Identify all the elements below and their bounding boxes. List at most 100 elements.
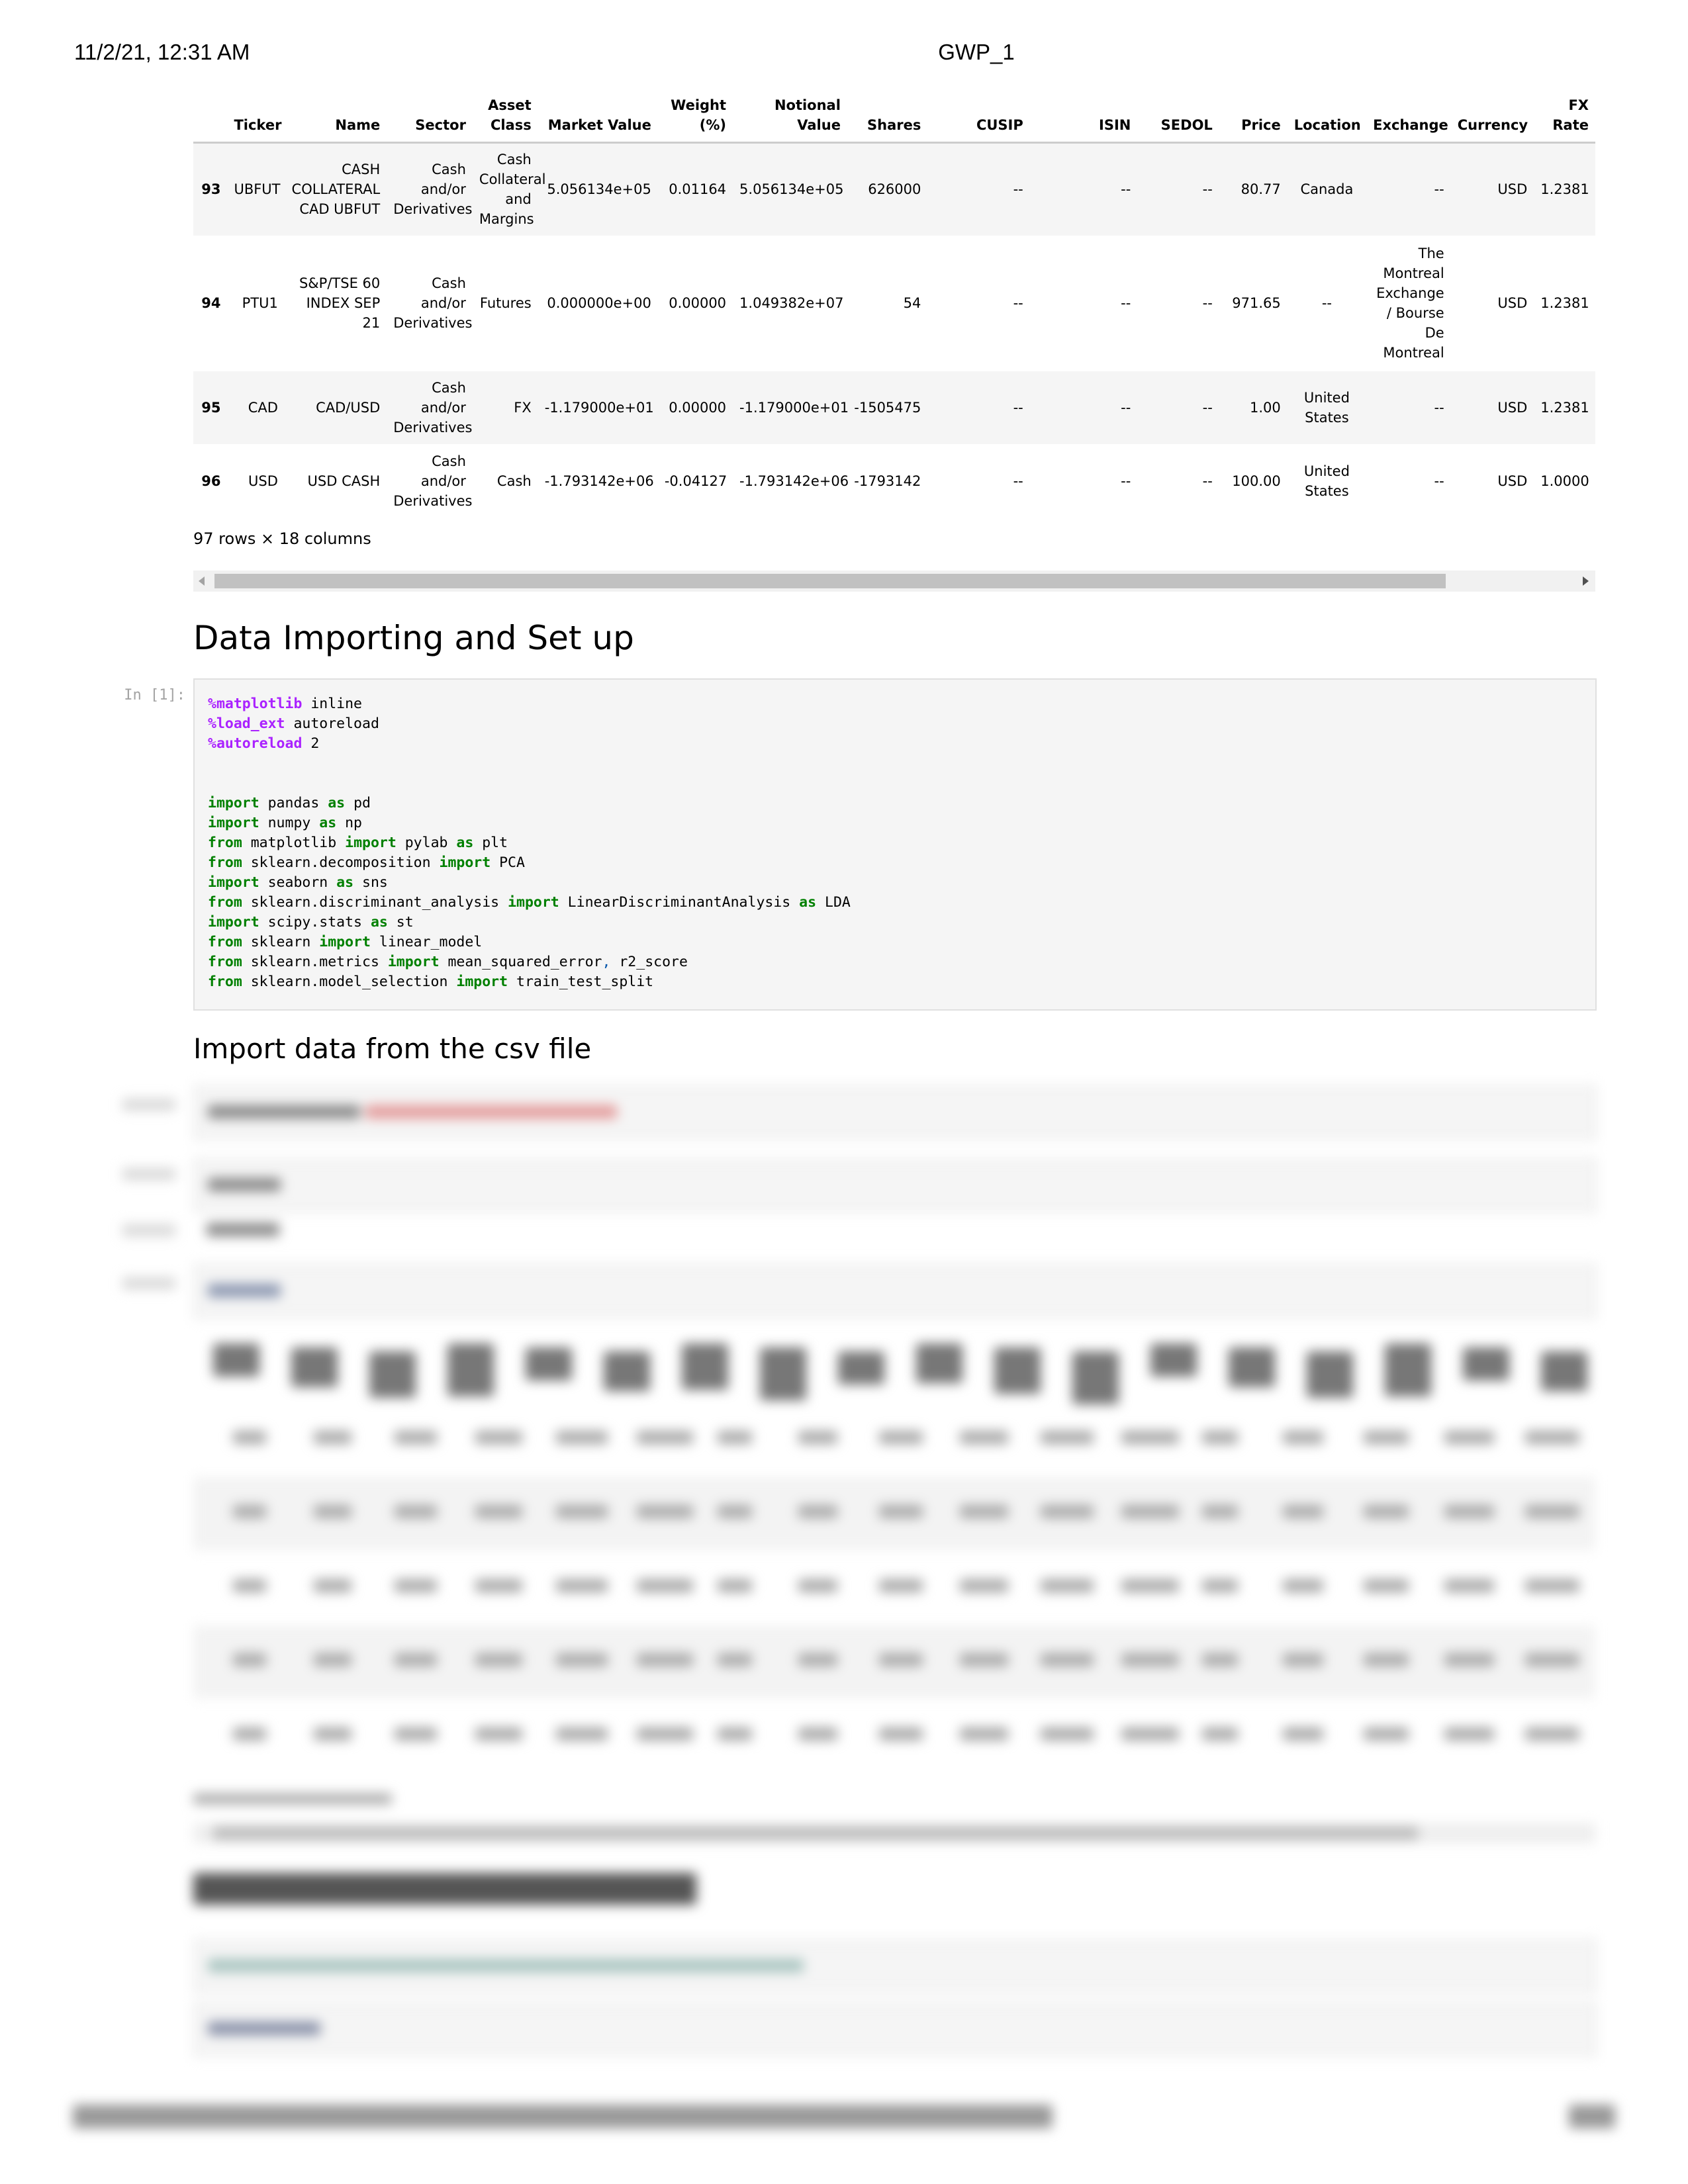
- code-keyword: as: [799, 894, 817, 911]
- cell-sedol: --: [1202, 181, 1213, 198]
- cell-fx-rate: 1.0000: [1540, 473, 1589, 489]
- code-token: sklearn: [242, 934, 320, 950]
- blurred-footer-url: [73, 2105, 1053, 2128]
- code-cell-imports[interactable]: %matplotlib inline %load_ext autoreload %a…: [193, 678, 1597, 1011]
- code-keyword: import: [208, 795, 259, 811]
- scroll-right-arrow-icon[interactable]: [1583, 576, 1589, 586]
- code-token: sklearn.discriminant_analysis: [242, 894, 508, 911]
- code-line: from sklearn.model_selection import trai…: [208, 972, 1582, 992]
- blurred-output: [207, 1223, 279, 1236]
- code-token: inline: [302, 696, 362, 712]
- code-token: sns: [353, 874, 388, 891]
- scroll-left-arrow-icon[interactable]: [199, 576, 205, 586]
- code-line: from matplotlib import pylab as plt: [208, 833, 1582, 853]
- cell-currency: USD: [1497, 399, 1528, 416]
- cell-sector: Cash and/or Derivatives: [393, 453, 473, 509]
- dataframe-shape: 97 rows × 18 columns: [193, 529, 371, 548]
- code-token: LinearDiscriminantAnalysis: [559, 894, 800, 911]
- cell-weight: 0.00000: [669, 295, 727, 311]
- blurred-table-row: [193, 1477, 1595, 1550]
- blurred-table-row: [193, 1403, 1595, 1476]
- code-token: np: [336, 815, 363, 831]
- cell-price: 1.00: [1249, 399, 1281, 416]
- cell-exchange: The Montreal Exchange / Bourse De Montre…: [1376, 246, 1444, 361]
- code-magic: %matplotlib: [208, 696, 303, 712]
- cell-ticker: UBFUT: [234, 181, 281, 198]
- column-header-fx-rate: FX Rate: [1534, 85, 1595, 144]
- row-index: 93: [201, 181, 221, 198]
- cell-price: 80.77: [1241, 181, 1281, 198]
- blurred-content: [0, 1085, 1688, 2184]
- cell-fx-rate: 1.2381: [1540, 399, 1589, 416]
- blurred-prompt: [122, 1277, 175, 1289]
- code-line: %autoreload 2: [208, 734, 1582, 754]
- cell-notional-value: -1.179000e+01: [739, 399, 849, 416]
- cell-asset-class: FX: [514, 399, 532, 416]
- cell-cusip: --: [1013, 399, 1023, 416]
- blurred-scrollbar: [193, 1823, 1595, 1843]
- horizontal-scrollbar[interactable]: [193, 570, 1595, 592]
- cell-market-value: 5.056134e+05: [547, 181, 651, 198]
- cell-weight: 0.00000: [669, 399, 727, 416]
- cell-fx-rate: 1.2381: [1540, 181, 1589, 198]
- code-editor[interactable]: %matplotlib inline %load_ext autoreload %a…: [195, 680, 1595, 1007]
- code-token: PCA: [491, 854, 525, 871]
- cell-sedol: --: [1202, 295, 1213, 311]
- cell-shares: -1793142: [854, 473, 921, 489]
- column-header-isin: ISIN: [1029, 85, 1138, 144]
- column-header-shares: Shares: [847, 85, 928, 144]
- column-header-ticker: Ticker: [227, 85, 285, 144]
- cell-currency: USD: [1497, 295, 1528, 311]
- cell-cusip: --: [1013, 473, 1023, 489]
- code-token: st: [387, 914, 414, 931]
- table-row: 96 USD USD CASH Cash and/or Derivatives Cash…: [193, 444, 1595, 518]
- code-token: pylab: [396, 835, 457, 851]
- cell-name: CASH COLLATERAL CAD UBFUT: [291, 161, 381, 218]
- cell-weight: 0.01164: [669, 181, 727, 198]
- code-line: import scipy.stats as st: [208, 913, 1582, 933]
- code-keyword: from: [208, 954, 242, 970]
- code-line: from sklearn.metrics import mean_squared…: [208, 952, 1582, 972]
- cell-sector: Cash and/or Derivatives: [393, 379, 473, 435]
- section-heading-data-importing: Data Importing and Set up: [193, 619, 634, 657]
- cell-notional-value: -1.793142e+06: [739, 473, 849, 489]
- column-header-location: Location: [1287, 85, 1367, 144]
- blurred-page-number: [1569, 2105, 1615, 2128]
- code-keyword: as: [370, 914, 388, 931]
- column-header-exchange: Exchange: [1366, 85, 1451, 144]
- code-keyword: from: [208, 974, 242, 990]
- cell-currency: USD: [1497, 181, 1528, 198]
- cell-exchange: --: [1434, 399, 1444, 416]
- column-header-index: [193, 85, 228, 144]
- cell-notional-value: 1.049382e+07: [739, 295, 844, 311]
- cell-location: United States: [1303, 389, 1350, 426]
- column-header-price: Price: [1219, 85, 1288, 144]
- code-line: import seaborn as sns: [208, 873, 1582, 893]
- cell-ticker: CAD: [248, 399, 278, 416]
- code-keyword: import: [456, 974, 508, 990]
- cell-asset-class: Futures: [479, 295, 532, 311]
- cell-fx-rate: 1.2381: [1540, 295, 1589, 311]
- cell-market-value: -1.793142e+06: [544, 473, 654, 489]
- code-keyword: import: [208, 815, 259, 831]
- blurred-table-header: [193, 1324, 1595, 1404]
- code-token: sklearn.decomposition: [242, 854, 440, 871]
- code-token: seaborn: [259, 874, 337, 891]
- code-token: ,: [602, 954, 611, 970]
- cell-currency: USD: [1497, 473, 1528, 489]
- code-token: mean_squared_error: [439, 954, 602, 970]
- code-line: %load_ext autoreload: [208, 714, 1582, 734]
- code-token: sklearn.metrics: [242, 954, 388, 970]
- cell-market-value: 0.000000e+00: [547, 295, 651, 311]
- cell-weight: -0.04127: [664, 473, 727, 489]
- cell-shares: -1505475: [854, 399, 921, 416]
- row-index: 94: [201, 295, 221, 311]
- scrollbar-thumb[interactable]: [214, 574, 1446, 588]
- cell-location: --: [1321, 295, 1332, 311]
- column-header-sector: Sector: [387, 85, 473, 144]
- column-header-cusip: CUSIP: [927, 85, 1030, 144]
- blurred-code-cell: [193, 1939, 1597, 1993]
- cell-cusip: --: [1013, 181, 1023, 198]
- blurred-code-cell: [193, 1264, 1597, 1318]
- column-header-sedol: SEDOL: [1137, 85, 1219, 144]
